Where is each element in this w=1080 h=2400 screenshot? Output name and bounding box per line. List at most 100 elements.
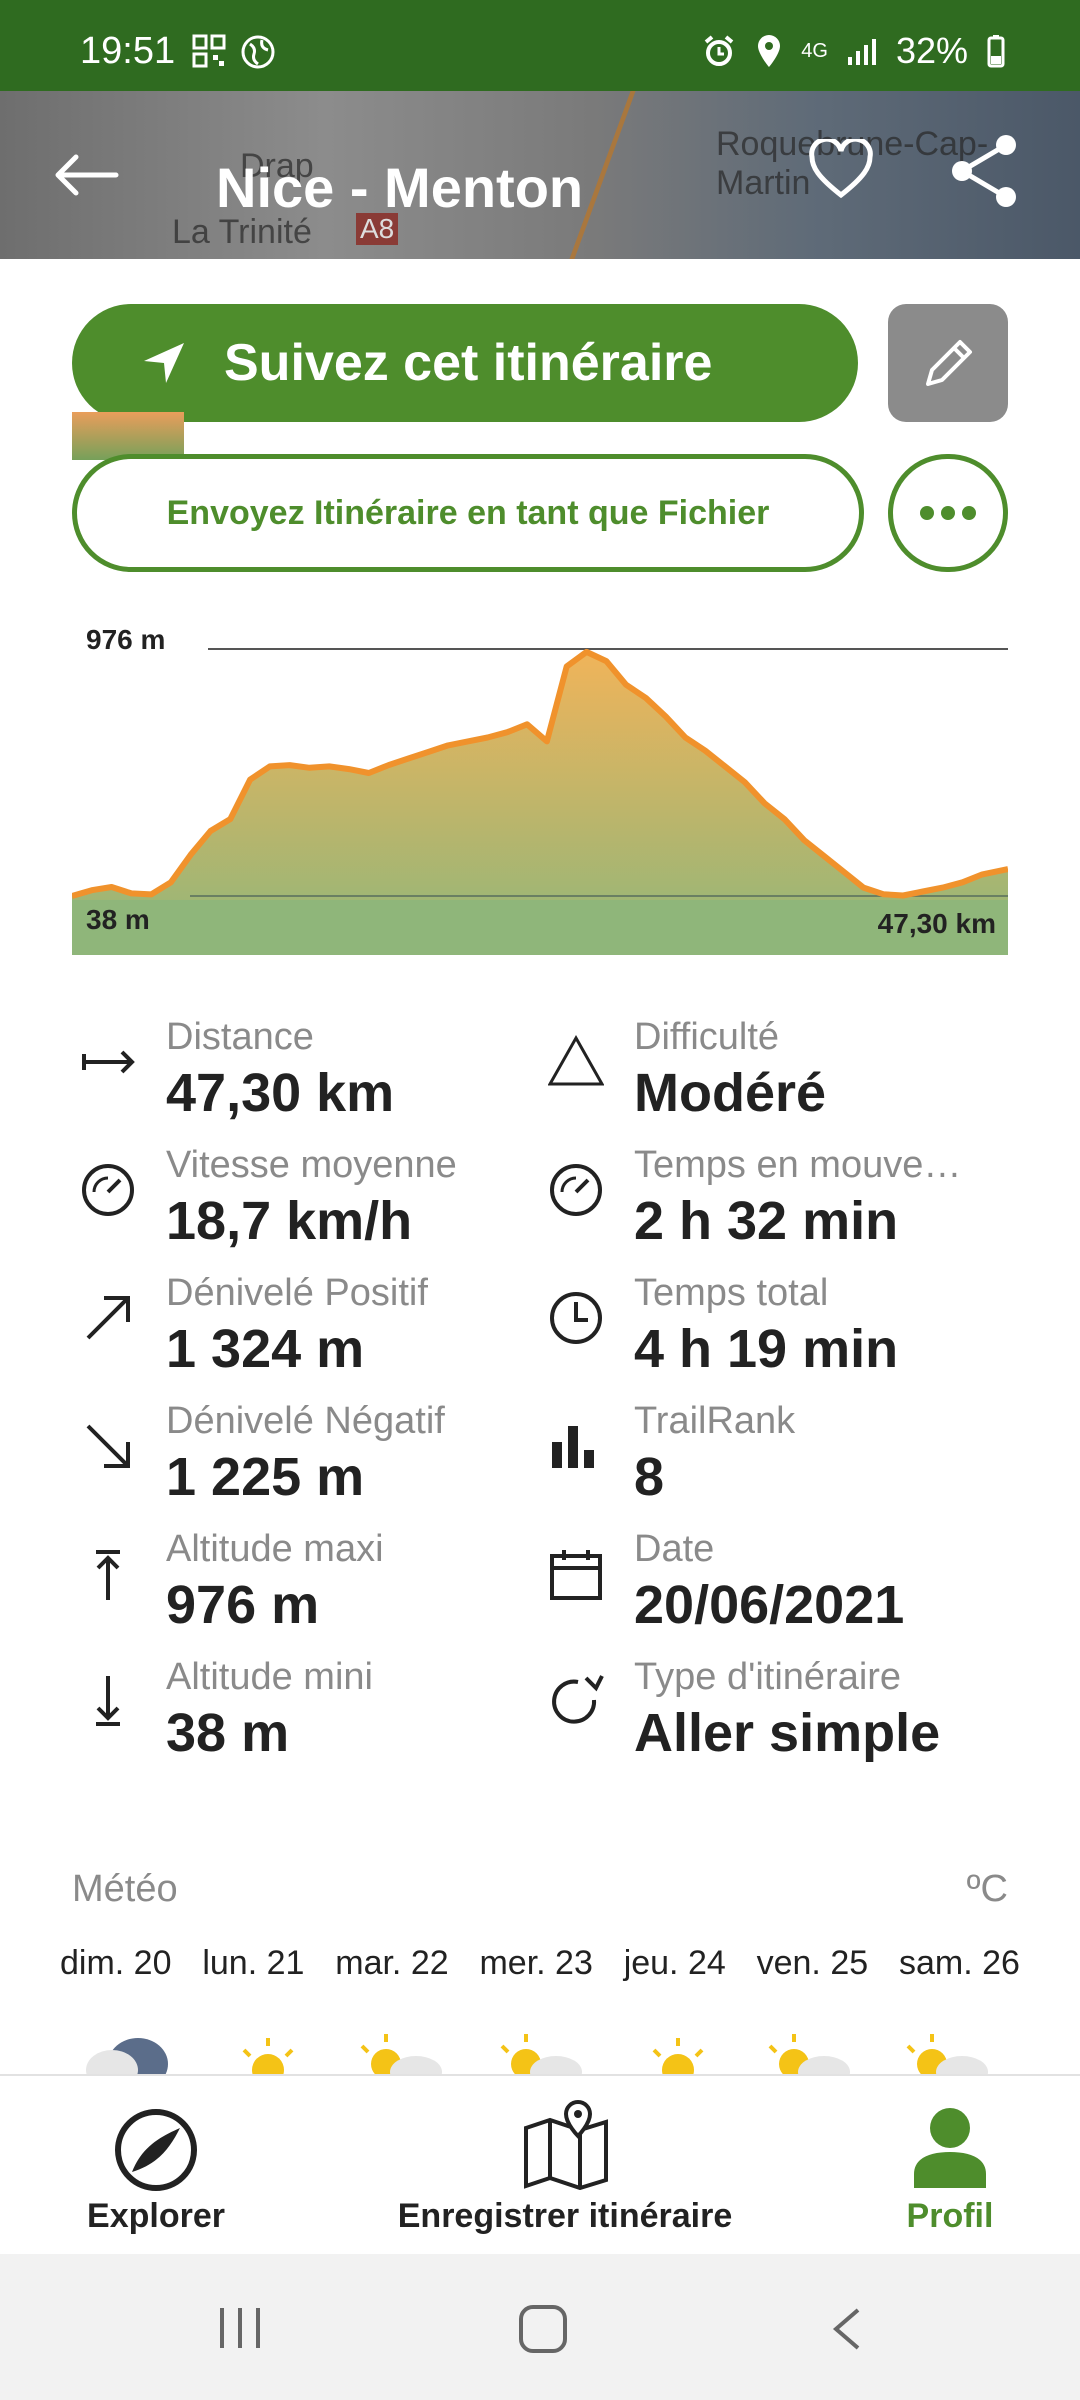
elevation-chart: 976 m 38 m 47,30 km [71,610,1009,955]
home-icon[interactable] [518,2304,568,2354]
globe-icon [241,35,275,69]
status-time: 19:51 [80,30,176,72]
profile-icon [914,2108,986,2188]
stat-label: Altitude maxi [166,1528,384,1570]
stat-distance: Distance 47,30 km [80,1016,540,1144]
back-icon[interactable] [828,2306,864,2352]
send-file-label: Envoyez Itinéraire en tant que Fichier [166,493,770,532]
sun-cloud-icon [906,2034,988,2074]
altitude-max-icon [96,1550,120,1600]
map-pin-icon [524,2099,608,2190]
battery-percent: 32% [895,30,968,71]
map-label: Roquebrune-Cap-Martin [716,125,989,202]
heart-icon[interactable] [808,139,874,199]
weather-day[interactable]: jeu. 24 [624,1944,726,1983]
speedometer-icon [550,1164,602,1216]
stat-label: Dénivelé Positif [166,1272,428,1314]
stat-value: 1 225 m [166,1447,365,1507]
stat-moving-time: Temps en mouve… 2 h 32 min [548,1144,1008,1272]
stat-value: Modéré [634,1063,827,1123]
circular-arrow-icon [552,1675,604,1724]
nav-explorer[interactable]: Explorer [60,2076,252,2256]
stat-value: 20/06/2021 [634,1575,905,1635]
stat-total-time: Temps total 4 h 19 min [548,1272,1008,1400]
stat-label: Vitesse moyenne [166,1144,457,1186]
weather-day[interactable]: mer. 23 [479,1944,592,1983]
map-road [569,91,666,259]
more-options-button[interactable] [888,454,1008,572]
stat-label: Temps en mouve… [634,1144,962,1186]
stat-value: 1 324 m [166,1319,365,1379]
sun-cloud-icon [768,2034,850,2074]
temperature-unit[interactable]: ºC [967,1868,1008,1911]
weather-title: Météo [72,1868,178,1910]
route-header: Drap La Trinité A8 Roquebrune-Cap-Martin… [0,91,1080,259]
chart-distance-label: 47,30 km [877,908,996,939]
arrow-down-right-icon [86,1424,130,1468]
edit-button[interactable] [888,304,1008,422]
stat-label: TrailRank [634,1400,796,1442]
cloudy-icon [86,2038,168,2074]
weather-day[interactable]: dim. 20 [60,1944,172,1983]
stat-altitude-min: Altitude mini 38 m [80,1656,540,1784]
triangle-icon [548,1034,604,1086]
more-dots-icon [920,506,976,520]
share-icon[interactable] [948,133,1020,209]
stat-label: Date [634,1528,715,1570]
stat-value: 47,30 km [166,1063,395,1123]
network-type: 4G [801,39,828,62]
calendar-icon [550,1550,602,1600]
stat-label: Dénivelé Négatif [166,1400,445,1442]
signal-icon [847,39,876,65]
weather-day[interactable]: ven. 25 [757,1944,869,1983]
chart-max-label: 976 m [86,624,166,655]
elevation-chart-svg [71,648,1009,955]
status-bar: 19:51 4G 32% [0,0,1080,91]
weather-day[interactable]: lun. 21 [202,1944,304,1983]
nav-record[interactable]: Enregistrer itinéraire [370,2076,760,2256]
sun-cloud-icon [360,2034,442,2074]
speedometer-icon [82,1164,134,1216]
weather-day[interactable]: mar. 22 [335,1944,448,1983]
weather-day[interactable]: sam. 26 [899,1944,1020,1983]
location-icon [758,35,781,67]
stat-value: 2 h 32 min [634,1191,899,1251]
follow-route-button[interactable]: Suivez cet itinéraire [72,304,858,422]
follow-route-label: Suivez cet itinéraire [224,334,713,392]
recent-apps-icon[interactable] [216,2306,264,2350]
send-file-button[interactable]: Envoyez Itinéraire en tant que Fichier [72,454,864,572]
bar-chart-icon [552,1426,594,1468]
stat-route-type: Type d'itinéraire Aller simple [548,1656,1008,1784]
stat-value: 976 m [166,1575,320,1635]
stat-label: Temps total [634,1272,829,1314]
stat-value: 4 h 19 min [634,1319,899,1379]
route-thumbnail [72,412,184,460]
stat-label: Difficulté [634,1016,780,1058]
stat-label: Type d'itinéraire [634,1656,902,1698]
battery-icon [987,35,1005,68]
alarm-icon [704,35,734,66]
system-navigation-bar [0,2254,1080,2400]
stat-value: 18,7 km/h [166,1191,413,1251]
arrow-up-right-icon [86,1296,130,1340]
sun-icon [652,2038,704,2074]
nav-label: Explorer [87,2197,225,2235]
chart-base-band [72,900,1008,955]
qr-code-icon [192,34,226,68]
stat-elevation-gain: Dénivelé Positif 1 324 m [80,1272,540,1400]
back-arrow-icon[interactable] [50,153,120,197]
nav-profile[interactable]: Profil [880,2076,1020,2256]
sun-icon [242,2038,294,2074]
stat-elevation-loss: Dénivelé Négatif 1 225 m [80,1400,540,1528]
sun-cloud-icon [500,2034,582,2074]
page-title: Nice - Menton [216,156,584,219]
explore-icon [115,2109,197,2191]
stat-altitude-max: Altitude maxi 976 m [80,1528,540,1656]
clock-icon [550,1292,602,1344]
stat-average-speed: Vitesse moyenne 18,7 km/h [80,1144,540,1272]
stat-label: Altitude mini [166,1656,373,1698]
pencil-icon [926,340,972,386]
stat-value: Aller simple [634,1703,941,1763]
stat-label: Distance [166,1016,314,1058]
arrow-horizontal-icon [82,1050,135,1074]
